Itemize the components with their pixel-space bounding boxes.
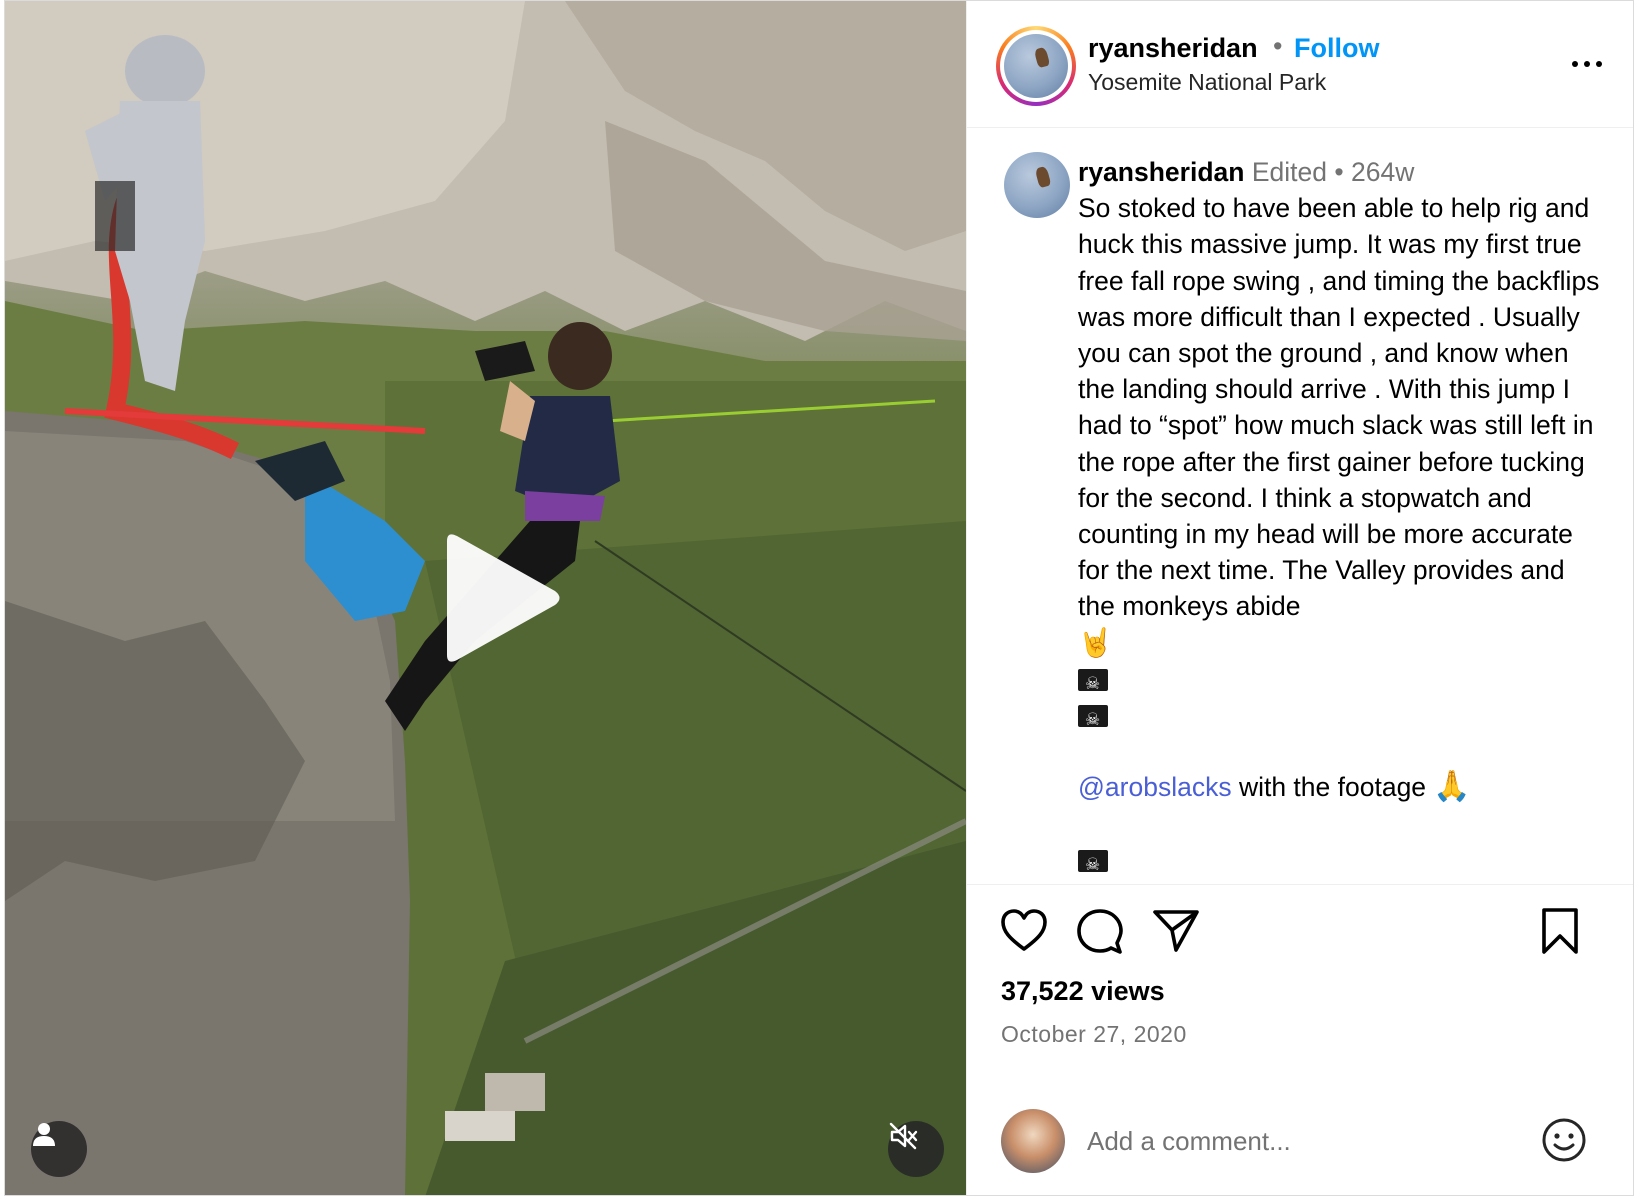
viewer-avatar xyxy=(1001,1109,1065,1173)
tagged-users-button[interactable] xyxy=(31,1121,87,1177)
caption: ryansheridan Edited • 264w So stoked to … xyxy=(1078,154,1603,883)
post-video[interactable] xyxy=(5,1,966,1195)
mention-suffix: with the footage xyxy=(1231,772,1434,803)
post-modal: ryansheridan • Follow Yosemite National … xyxy=(4,0,1634,1196)
author-username[interactable]: ryansheridan xyxy=(1088,33,1258,64)
comment-button[interactable] xyxy=(1075,906,1125,956)
heart-icon xyxy=(1001,909,1047,951)
more-horizontal-icon xyxy=(1572,61,1578,67)
save-button[interactable] xyxy=(1535,906,1585,956)
pirate-flag-emoji xyxy=(1078,697,1603,738)
caption-age[interactable]: 264w xyxy=(1351,157,1414,187)
rock-on-hand-emoji: 🤘 xyxy=(1078,625,1113,659)
folded-hands-emoji: 🙏 xyxy=(1433,769,1471,805)
smiley-icon xyxy=(1542,1118,1586,1162)
author-avatar-story-ring[interactable] xyxy=(996,26,1076,106)
caption-author-avatar[interactable] xyxy=(1004,152,1070,218)
emoji-picker-button[interactable] xyxy=(1539,1115,1589,1165)
mention-link[interactable]: @arobslacks xyxy=(1078,772,1232,802)
play-icon xyxy=(447,534,560,662)
view-count[interactable]: 37,522 views xyxy=(1001,976,1165,1007)
bookmark-icon xyxy=(1542,908,1578,954)
post-header: ryansheridan • Follow Yosemite National … xyxy=(967,1,1633,128)
comment-input[interactable] xyxy=(1085,1117,1509,1165)
follow-button[interactable]: Follow xyxy=(1294,33,1379,64)
caption-mention-line: @arobslacks with the footage 🙏 xyxy=(1078,769,1603,805)
author-avatar xyxy=(1004,34,1068,98)
post-date[interactable]: October 27, 2020 xyxy=(1001,1021,1187,1048)
share-button[interactable] xyxy=(1151,906,1201,956)
comment-bar xyxy=(967,1081,1633,1195)
pirate-flag-emoji xyxy=(1078,842,1603,883)
share-icon xyxy=(1153,910,1199,952)
user-icon xyxy=(33,1123,55,1146)
header-separator: • xyxy=(1273,31,1283,61)
like-button[interactable] xyxy=(999,906,1049,956)
caption-separator: • xyxy=(1334,157,1344,187)
caption-scroll-area[interactable]: ryansheridan Edited • 264w So stoked to … xyxy=(967,128,1633,885)
pirate-flag-emoji xyxy=(1078,661,1603,702)
caption-edited-label: Edited xyxy=(1251,157,1327,187)
speaker-muted-icon xyxy=(889,1122,918,1150)
comment-icon xyxy=(1077,909,1123,954)
play-button[interactable] xyxy=(433,531,563,665)
post-location[interactable]: Yosemite National Park xyxy=(1088,69,1326,96)
post-details-panel: ryansheridan • Follow Yosemite National … xyxy=(966,1,1633,1195)
mute-toggle-button[interactable] xyxy=(888,1121,944,1177)
more-options-button[interactable] xyxy=(1565,49,1609,79)
caption-text: So stoked to have been able to help rig … xyxy=(1078,193,1600,622)
caption-username[interactable]: ryansheridan xyxy=(1078,157,1244,187)
